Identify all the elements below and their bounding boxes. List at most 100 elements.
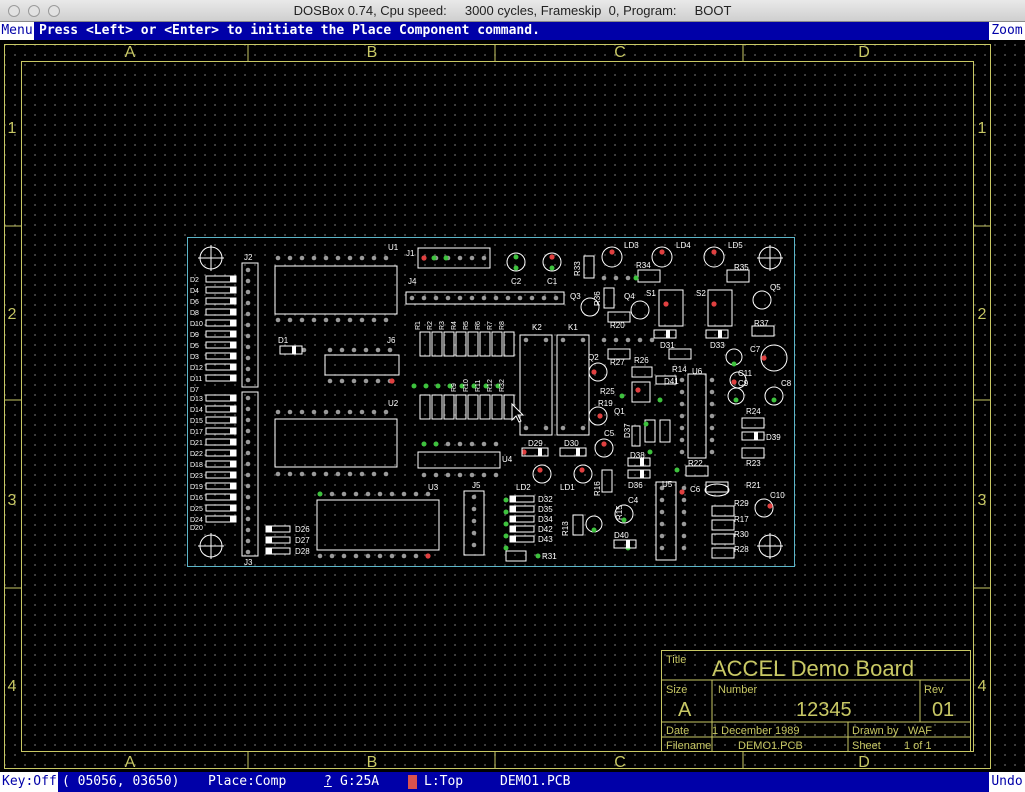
svg-text:D26: D26 <box>295 525 310 534</box>
undo-button[interactable]: Undo <box>989 772 1025 792</box>
svg-text:R16: R16 <box>593 481 602 496</box>
grid-indicator[interactable]: G:25A <box>340 772 379 792</box>
zone-row-label: 3 <box>978 492 987 509</box>
svg-text:Q4: Q4 <box>624 292 635 301</box>
svg-text:R15: R15 <box>615 505 624 520</box>
svg-text:D28: D28 <box>295 547 310 556</box>
board-title: ACCEL Demo Board <box>712 656 914 681</box>
svg-text:D30: D30 <box>564 439 579 448</box>
rev-value: 01 <box>932 699 954 721</box>
svg-text:D4: D4 <box>190 288 199 295</box>
svg-text:U1: U1 <box>388 243 399 252</box>
size-value: A <box>678 699 692 721</box>
layer-color-swatch <box>408 775 417 789</box>
filename-value: DEMO1.PCB <box>738 740 803 752</box>
pcb-drawing: A B C D A B C D 1 2 3 4 1 2 3 4 U1U2 U3U… <box>4 44 991 771</box>
svg-text:D9: D9 <box>190 332 199 339</box>
key-toggle[interactable]: Key:Off <box>0 772 58 792</box>
svg-text:U6: U6 <box>692 367 703 376</box>
window-title: DOSBox 0.74, Cpu speed: 3000 cycles, Fra… <box>293 3 732 18</box>
svg-text:K2: K2 <box>532 323 542 332</box>
zone-row-label: 4 <box>8 678 17 695</box>
svg-text:R31: R31 <box>542 552 557 561</box>
svg-text:J6: J6 <box>387 336 396 345</box>
svg-text:R13: R13 <box>561 521 570 536</box>
j2-diode-labels: D2 D4 D6 D8 D10 D9 D5 D3 D12 D11 D7 <box>190 277 203 394</box>
svg-text:S1: S1 <box>646 289 656 298</box>
svg-text:R19: R19 <box>598 399 613 408</box>
sheet-label: Sheet <box>852 740 881 752</box>
svg-text:C6: C6 <box>690 485 701 494</box>
svg-text:D15: D15 <box>190 418 203 425</box>
drawing-canvas[interactable]: A B C D A B C D 1 2 3 4 1 2 3 4 U1 U2 U3… <box>0 40 1025 772</box>
svg-text:C10: C10 <box>770 491 785 500</box>
svg-text:R6: R6 <box>475 321 482 330</box>
drawn-value: WAF <box>908 725 932 737</box>
svg-text:R28: R28 <box>734 545 749 554</box>
svg-text:LD4: LD4 <box>676 241 691 250</box>
help-button[interactable]: ? <box>324 772 332 792</box>
svg-text:J4: J4 <box>408 277 417 286</box>
zone-row-label: 1 <box>978 120 987 137</box>
svg-text:S2: S2 <box>696 289 706 298</box>
svg-text:D16: D16 <box>190 495 203 502</box>
svg-text:U5: U5 <box>662 480 673 489</box>
svg-text:D2: D2 <box>190 277 199 284</box>
file-name: DEMO1.PCB <box>500 774 571 789</box>
svg-text:D11: D11 <box>190 376 202 383</box>
svg-text:Q5: Q5 <box>770 283 781 292</box>
svg-text:D33: D33 <box>710 341 725 350</box>
svg-text:D35: D35 <box>538 505 553 514</box>
zoom-button[interactable]: Zoom <box>989 22 1025 40</box>
svg-text:D21: D21 <box>190 440 203 447</box>
svg-text:LD1: LD1 <box>560 483 575 492</box>
svg-text:C1: C1 <box>547 277 558 286</box>
svg-text:D40: D40 <box>614 531 629 540</box>
svg-text:D36: D36 <box>628 481 643 490</box>
svg-text:D5: D5 <box>190 343 199 350</box>
zone-col-label: B <box>367 44 378 61</box>
svg-text:R4: R4 <box>451 321 458 330</box>
svg-text:D32: D32 <box>538 495 553 504</box>
window-titlebar: DOSBox 0.74, Cpu speed: 3000 cycles, Fra… <box>0 0 1025 22</box>
zone-row-label: 3 <box>8 492 17 509</box>
layer-indicator[interactable]: L:Top <box>424 772 463 792</box>
svg-text:R32: R32 <box>499 379 506 392</box>
date-label: Date <box>666 725 689 737</box>
date-value: 1 December 1989 <box>712 725 799 737</box>
mode-indicator[interactable]: Place:Comp <box>208 772 286 792</box>
zone-row-label: 2 <box>978 306 987 323</box>
svg-text:Q2: Q2 <box>588 353 599 362</box>
zone-row-label: 4 <box>978 678 987 695</box>
component-outlines <box>241 247 775 562</box>
prompt-bar: Menu Press <Left> or <Enter> to initiate… <box>0 22 1025 40</box>
svg-text:R35: R35 <box>734 263 749 272</box>
status-bar: Key:Off ( 05056, 03650) Place:Comp ? G:2… <box>0 772 1025 792</box>
svg-text:R29: R29 <box>734 499 749 508</box>
svg-text:R37: R37 <box>754 319 769 328</box>
svg-text:D41: D41 <box>664 377 679 386</box>
svg-text:D43: D43 <box>538 535 553 544</box>
svg-text:R7: R7 <box>487 321 494 330</box>
svg-text:D25: D25 <box>190 506 203 513</box>
svg-text:R8: R8 <box>499 321 506 330</box>
svg-text:D10: D10 <box>190 321 203 328</box>
svg-text:R26: R26 <box>634 356 649 365</box>
svg-text:R23: R23 <box>746 459 761 468</box>
menu-button[interactable]: Menu <box>0 22 34 40</box>
svg-text:R30: R30 <box>734 530 749 539</box>
svg-text:R2: R2 <box>427 321 434 330</box>
svg-text:R24: R24 <box>746 407 761 416</box>
svg-text:D37: D37 <box>623 423 632 438</box>
pads-red <box>389 249 773 559</box>
svg-text:R27: R27 <box>610 358 625 367</box>
svg-text:R34: R34 <box>636 261 651 270</box>
svg-text:D20: D20 <box>190 525 203 532</box>
svg-text:D22: D22 <box>190 451 203 458</box>
svg-text:D18: D18 <box>190 462 203 469</box>
svg-text:D23: D23 <box>190 473 203 480</box>
pcb-board[interactable]: U1U2 U3U4 U5U6 J1J2 J3J4 J5J6 K1K2 C1C2 … <box>187 237 795 568</box>
svg-text:C5: C5 <box>604 429 615 438</box>
svg-text:R5: R5 <box>463 321 470 330</box>
svg-text:D29: D29 <box>528 439 543 448</box>
